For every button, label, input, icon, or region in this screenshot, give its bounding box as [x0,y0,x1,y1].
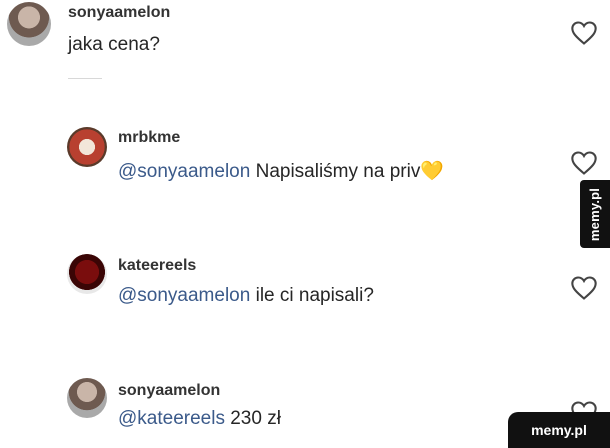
watermark-corner-text: memy.pl [531,422,587,438]
heart-icon[interactable] [570,150,598,176]
comment-body: jaka cena? [68,34,160,55]
avatar[interactable] [7,2,51,46]
heart-icon[interactable] [570,275,598,301]
comment-username[interactable]: kateereels [118,257,196,275]
comment-text: @sonyaamelon ile ci napisali? [118,285,374,307]
mention-link[interactable]: @sonyaamelon [118,285,250,306]
comment-body: Napisaliśmy na priv [255,161,421,182]
comment-text: jaka cena? [68,34,160,56]
watermark-side: memy.pl [580,180,610,248]
avatar[interactable] [67,378,107,418]
watermark-corner: memy.pl [508,412,610,448]
heart-icon[interactable] [570,20,598,46]
mention-link[interactable]: @kateereels [118,408,225,429]
avatar[interactable] [67,127,107,167]
comment-text: @sonyaamelon Napisaliśmy na priv💛 [118,159,444,183]
avatar[interactable] [67,254,107,294]
yellow-heart-emoji: 💛 [420,161,444,182]
comment-username[interactable]: mrbkme [118,129,180,147]
watermark-side-text: memy.pl [587,187,603,241]
comment-body: 230 zł [230,408,281,429]
comment-text: @kateereels 230 zł [118,408,281,430]
comment-body: ile ci napisali? [255,285,374,306]
mention-link[interactable]: @sonyaamelon [118,161,250,182]
comment-username[interactable]: sonyaamelon [68,4,170,22]
comment-username[interactable]: sonyaamelon [118,382,220,400]
divider [68,78,102,79]
